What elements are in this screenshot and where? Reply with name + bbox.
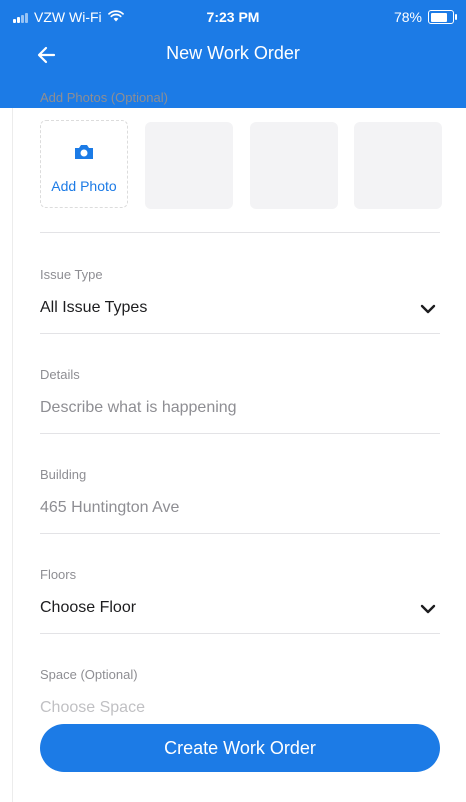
details-input[interactable]: Describe what is happening (40, 399, 440, 417)
battery-percent: 78% (393, 9, 422, 25)
page-title: New Work Order (166, 43, 300, 63)
nav-bar: New Work Order (0, 34, 466, 74)
details-label: Details (40, 367, 80, 382)
issue-type-label: Issue Type (40, 267, 103, 282)
divider (40, 633, 440, 634)
create-work-order-button[interactable]: Create Work Order (40, 724, 440, 772)
photo-slot[interactable] (354, 122, 442, 209)
divider (40, 433, 440, 434)
divider (40, 232, 440, 233)
photo-slot[interactable] (250, 122, 338, 209)
add-photo-button[interactable]: Add Photo (40, 120, 128, 208)
add-photo-label: Add Photo (51, 177, 117, 194)
status-bar: VZW Wi-Fi 7:23 PM 78% (0, 0, 466, 34)
floors-label: Floors (40, 567, 77, 582)
building-value: 465 Huntington Ave (40, 499, 180, 516)
battery-status: 78% (393, 9, 457, 25)
building-label: Building (40, 467, 87, 482)
photo-slot[interactable] (145, 122, 233, 209)
divider (40, 333, 440, 334)
work-order-form: Add Photos (Optional) Add Photo Issue Ty… (0, 80, 466, 802)
space-label: Space (Optional) (40, 667, 138, 682)
divider (40, 533, 440, 534)
issue-type-dropdown[interactable] (40, 291, 440, 327)
photos-label: Add Photos (Optional) (40, 90, 168, 105)
floors-dropdown[interactable] (40, 591, 440, 627)
space-input[interactable]: Choose Space (40, 699, 145, 717)
camera-icon (73, 143, 95, 166)
battery-icon (428, 10, 457, 24)
